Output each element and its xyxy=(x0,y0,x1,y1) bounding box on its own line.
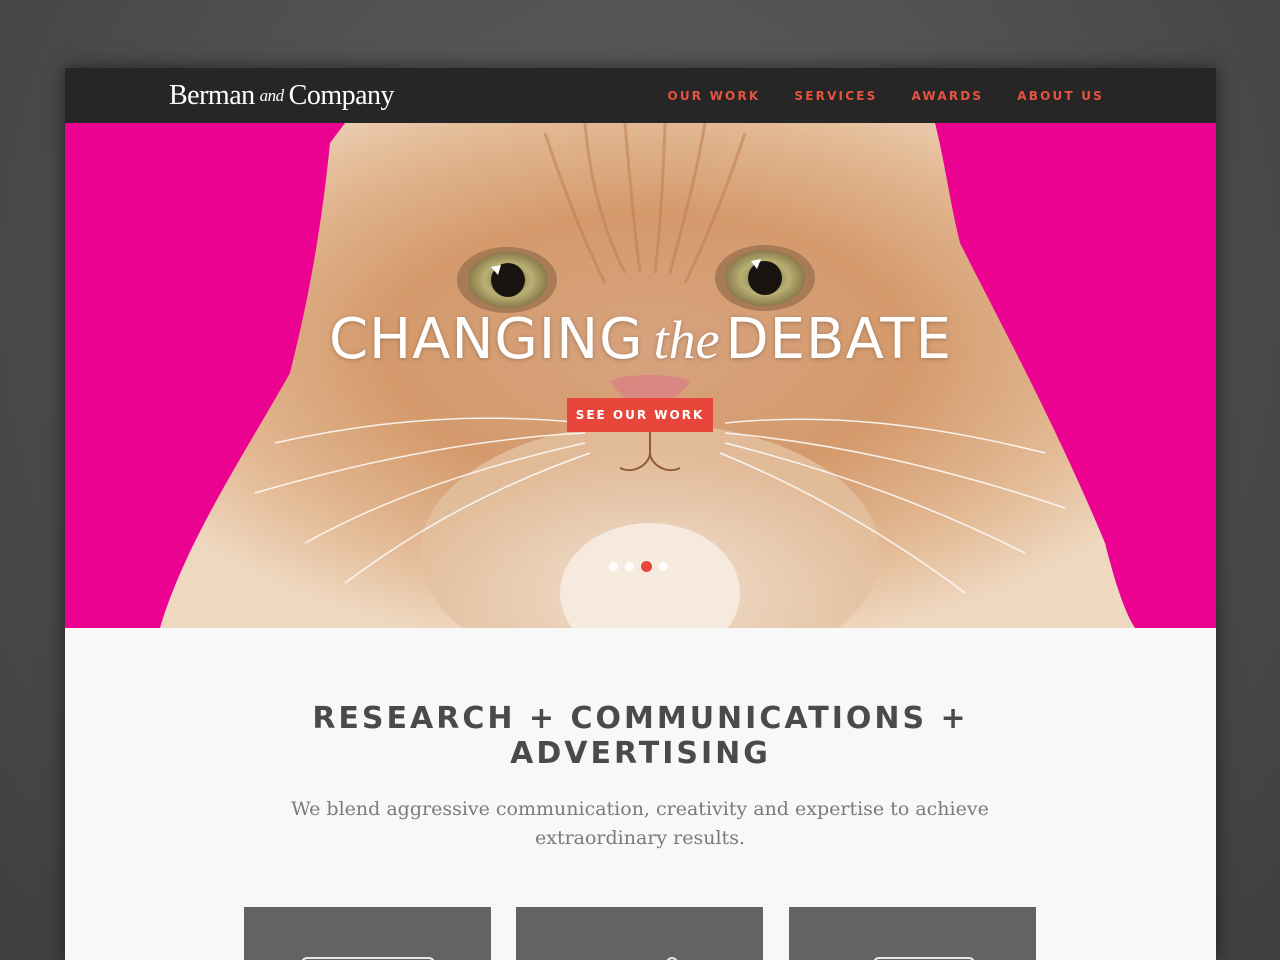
hero-title: CHANGING the DEBATE xyxy=(65,307,1216,372)
logo-and: and xyxy=(259,86,285,105)
intro-body-line2: extraordinary results. xyxy=(534,827,745,849)
hero-title-the: the xyxy=(653,310,720,370)
carousel-dot-1[interactable] xyxy=(609,562,618,571)
intro-body-line1: We blend aggressive communication, creat… xyxy=(291,798,989,820)
carousel-dot-4[interactable] xyxy=(659,562,668,571)
nav-services[interactable]: SERVICES xyxy=(794,89,877,103)
intro-body: We blend aggressive communication, creat… xyxy=(290,795,990,853)
main-nav: OUR WORK SERVICES AWARDS ABOUT US xyxy=(667,68,1104,123)
nav-our-work[interactable]: OUR WORK xyxy=(667,89,760,103)
nav-about-us[interactable]: ABOUT US xyxy=(1017,89,1104,103)
hero-title-changing: CHANGING xyxy=(328,307,644,372)
intro-section: RESEARCH + COMMUNICATIONS + ADVERTISING … xyxy=(65,628,1216,960)
top-navigation-bar: Berman and Company OUR WORK SERVICES AWA… xyxy=(65,68,1216,123)
carousel-dot-3-active[interactable] xyxy=(641,561,652,572)
cat-photo xyxy=(160,123,1135,628)
logo-company: Company xyxy=(288,80,395,111)
hero-title-debate: DEBATE xyxy=(725,307,953,372)
browser-window: Berman and Company OUR WORK SERVICES AWA… xyxy=(65,68,1216,960)
service-card-2[interactable] xyxy=(516,907,763,960)
nav-awards[interactable]: AWARDS xyxy=(911,89,983,103)
carousel-dot-2[interactable] xyxy=(625,562,634,571)
intro-headline-line1: RESEARCH + COMMUNICATIONS + xyxy=(312,701,969,736)
service-card-1[interactable] xyxy=(244,907,491,960)
see-our-work-button[interactable]: SEE OUR WORK xyxy=(567,398,713,432)
hero-banner: CHANGING the DEBATE SEE OUR WORK xyxy=(65,123,1216,628)
intro-headline: RESEARCH + COMMUNICATIONS + ADVERTISING xyxy=(65,701,1216,771)
intro-headline-line2: ADVERTISING xyxy=(510,736,771,771)
carousel-dots xyxy=(609,561,668,572)
logo-berman: Berman xyxy=(169,80,255,111)
company-logo[interactable]: Berman and Company xyxy=(169,76,395,116)
service-card-3[interactable] xyxy=(789,907,1036,960)
